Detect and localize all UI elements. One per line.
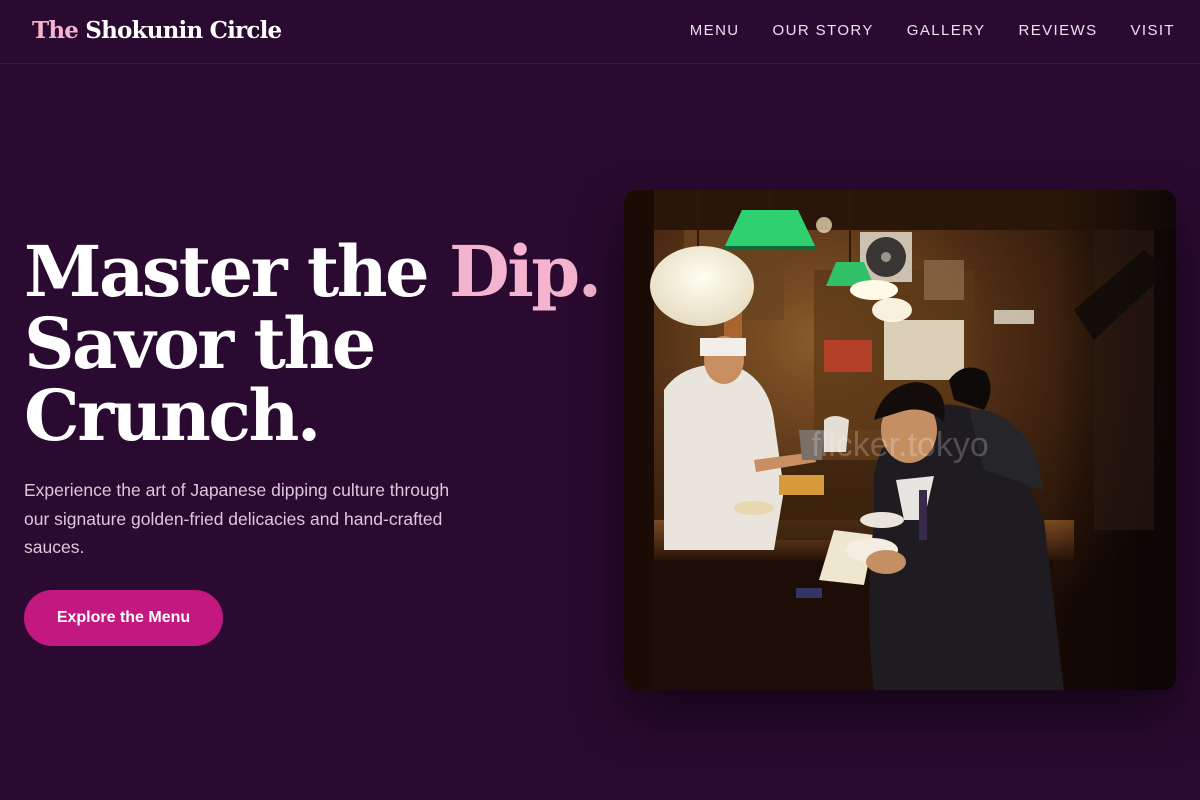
image-watermark: flicker.tokyo bbox=[811, 426, 989, 464]
hero-headline-accent: Dip. bbox=[449, 230, 602, 313]
nav-link-visit[interactable]: VISIT bbox=[1130, 22, 1175, 39]
nav-link-menu[interactable]: MENU bbox=[690, 22, 740, 39]
hero-photo: flicker.tokyo bbox=[624, 190, 1176, 690]
brand-logo-accent: The bbox=[32, 17, 79, 44]
izakaya-counter-image: flicker.tokyo bbox=[624, 190, 1176, 690]
brand-logo-name: Shokunin Circle bbox=[78, 17, 282, 44]
hero-headline-line-1: Master the Dip. bbox=[24, 236, 602, 308]
hero-headline-master: Master the bbox=[24, 230, 450, 313]
nav-link-reviews[interactable]: REVIEWS bbox=[1019, 22, 1098, 39]
nav-link-our-story[interactable]: OUR STORY bbox=[773, 22, 874, 39]
nav-link-gallery[interactable]: GALLERY bbox=[907, 22, 986, 39]
main-nav: MENU OUR STORY GALLERY REVIEWS VISIT bbox=[690, 22, 1175, 39]
hero-headline: Master the Dip. Savor the Crunch. bbox=[24, 236, 602, 457]
site-header: The Shokunin Circle MENU OUR STORY GALLE… bbox=[0, 0, 1200, 64]
hero-description: Experience the art of Japanese dipping c… bbox=[24, 480, 450, 557]
brand-logo[interactable]: The Shokunin Circle bbox=[32, 17, 282, 44]
hero-headline-line-3: Crunch. bbox=[24, 374, 321, 457]
hero-headline-line-2: Savor the bbox=[24, 302, 376, 385]
explore-menu-button[interactable]: Explore the Menu bbox=[24, 590, 223, 646]
